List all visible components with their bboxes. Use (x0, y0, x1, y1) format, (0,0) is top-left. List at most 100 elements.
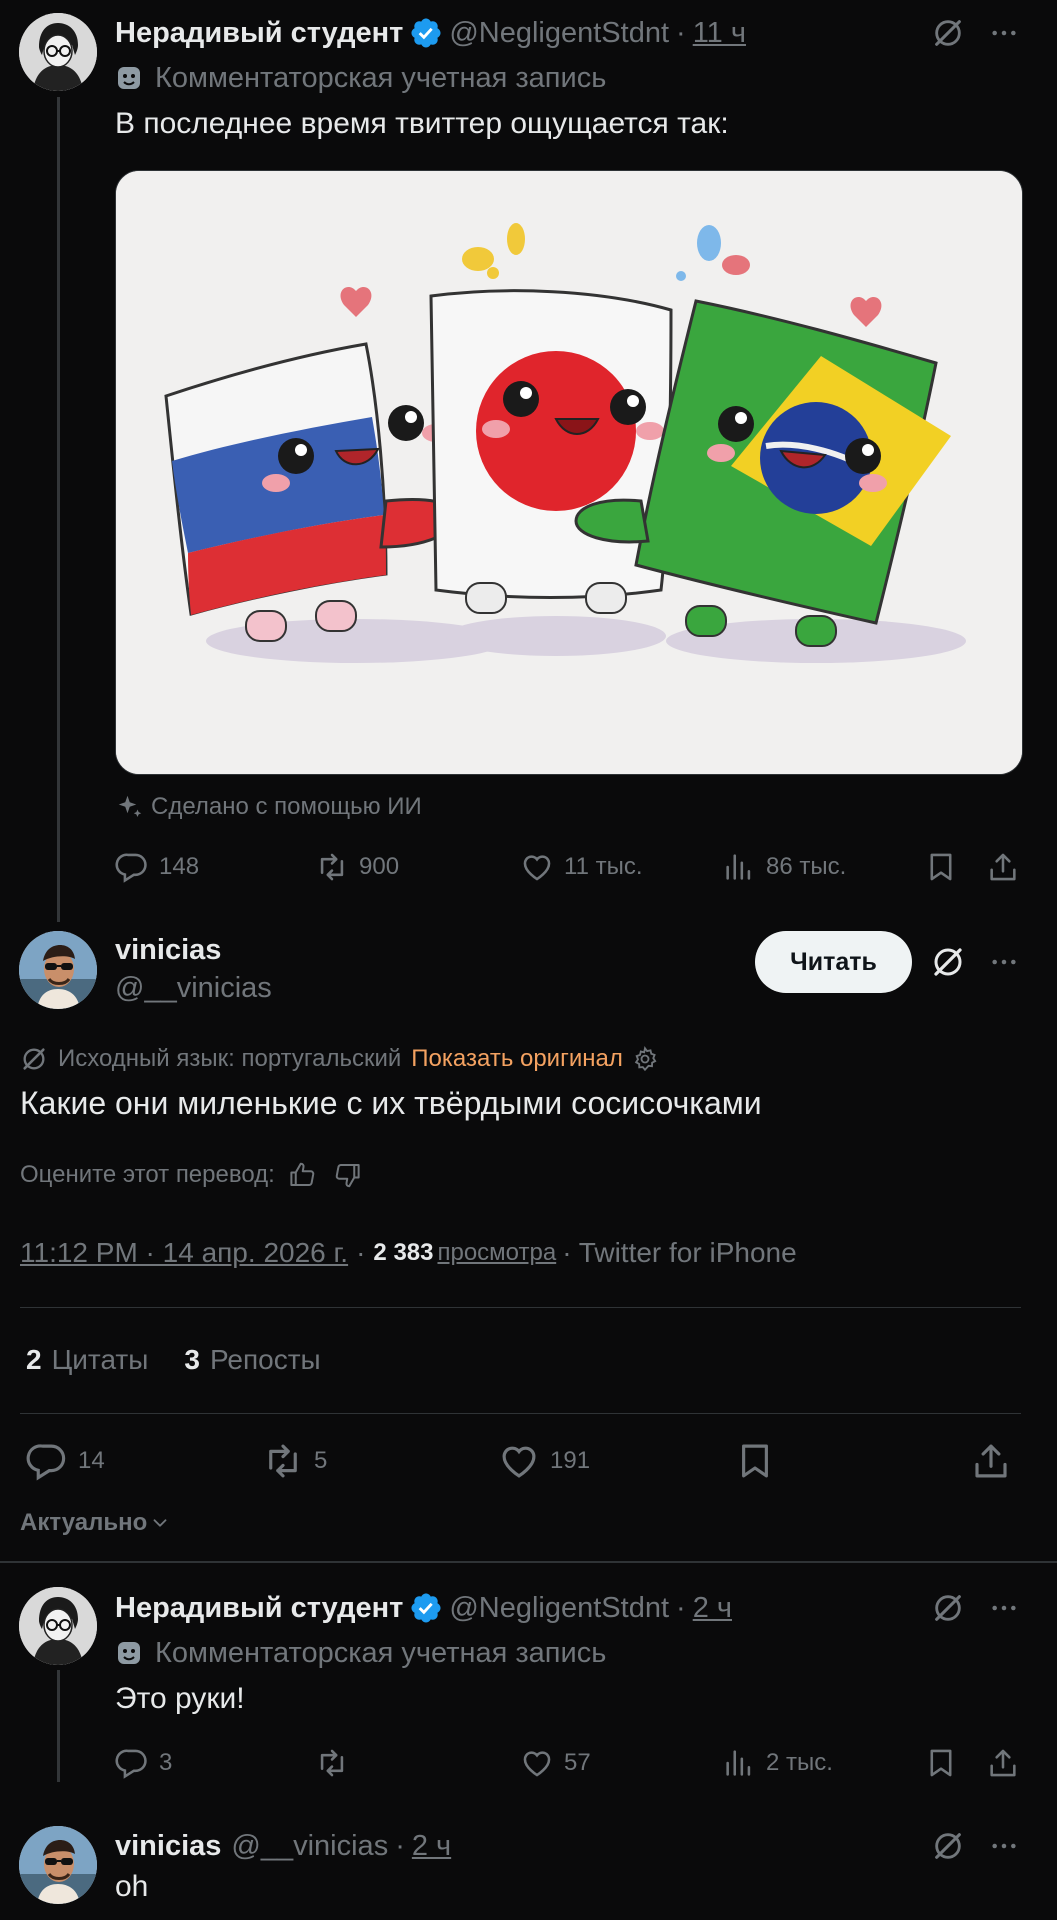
separator-dot: · (676, 1591, 686, 1624)
grok-icon[interactable] (930, 944, 966, 980)
repost-count: 900 (359, 853, 400, 880)
like-button[interactable]: 57 (520, 1746, 591, 1780)
divider (20, 1413, 1021, 1414)
thread-connector-line (57, 97, 60, 922)
author-handle[interactable]: @__vinicias (115, 972, 272, 1005)
like-button[interactable]: 191 (498, 1440, 590, 1482)
author-handle[interactable]: @__vinicias (231, 1830, 388, 1863)
author-name[interactable]: vinicias (115, 934, 221, 967)
reply-icon (115, 850, 149, 884)
post-time[interactable]: 2 ч (693, 1592, 732, 1625)
reply-button[interactable]: 3 (115, 1746, 172, 1780)
quotes-link[interactable]: 2 Цитаты (26, 1344, 148, 1376)
thumb-down-icon[interactable] (333, 1160, 363, 1190)
like-button[interactable]: 11 тыс. (520, 850, 643, 884)
reposts-count: 3 (184, 1344, 200, 1375)
more-options-icon[interactable] (986, 1828, 1022, 1864)
repost-count: 5 (314, 1447, 328, 1474)
avatar[interactable] (19, 1587, 97, 1665)
avatar[interactable] (19, 931, 97, 1009)
tweet-text: В последнее время твиттер ощущается так: (115, 107, 729, 140)
grok-icon[interactable] (930, 1590, 966, 1626)
bookmark-icon (734, 1440, 776, 1482)
sparkle-icon (115, 792, 145, 822)
reply-count: 14 (78, 1447, 105, 1474)
repost-icon (315, 850, 349, 884)
bookmark-button[interactable] (924, 850, 958, 884)
like-icon (498, 1440, 540, 1482)
repost-button[interactable]: 5 (262, 1440, 327, 1482)
grok-icon[interactable] (930, 15, 966, 51)
grok-icon[interactable] (930, 1828, 966, 1864)
share-button[interactable] (986, 850, 1020, 884)
like-count: 191 (550, 1447, 591, 1474)
reply-button[interactable]: 148 (115, 850, 199, 884)
repost-icon (262, 1440, 304, 1482)
bookmark-button[interactable] (924, 1746, 958, 1780)
post-timestamp[interactable]: 11:12 PM · 14 апр. 2026 г. (20, 1237, 348, 1269)
account-label: Комментаторская учетная запись (155, 61, 607, 94)
verified-badge-icon (409, 1591, 443, 1625)
verified-badge-icon (409, 16, 443, 50)
reposts-label: Репосты (209, 1344, 321, 1375)
sort-label: Актуально (20, 1509, 148, 1536)
reposts-link[interactable]: 3 Репосты (184, 1344, 320, 1376)
views-icon (722, 1746, 756, 1780)
translation-note: Исходный язык: португальский (58, 1045, 402, 1072)
tweet-image[interactable] (115, 170, 1023, 775)
theater-mask-icon (115, 64, 143, 92)
share-button[interactable] (970, 1440, 1012, 1482)
separator-dot: · (676, 16, 686, 49)
gear-icon[interactable] (631, 1045, 659, 1073)
author-name[interactable]: vinicias (115, 1830, 221, 1863)
show-original-link[interactable]: Показать оригинал (411, 1045, 623, 1073)
avatar[interactable] (19, 1826, 97, 1904)
views-icon (722, 850, 756, 884)
reply-count: 3 (159, 1749, 173, 1776)
reply-icon (115, 1746, 149, 1780)
author-name[interactable]: Нерадивый студент (115, 1592, 403, 1625)
follow-button[interactable]: Читать (755, 931, 912, 993)
divider (0, 1561, 1057, 1563)
tweet-text: Это руки! (115, 1682, 245, 1715)
chevron-down-icon (149, 1512, 171, 1534)
bookmark-icon (924, 850, 958, 884)
more-options-icon[interactable] (986, 1590, 1022, 1626)
translate-icon (20, 1045, 48, 1073)
avatar[interactable] (19, 13, 97, 91)
divider (20, 1307, 1021, 1308)
repost-button[interactable]: 900 (315, 850, 399, 884)
like-count: 11 тыс. (564, 853, 643, 880)
repost-button[interactable] (315, 1746, 359, 1780)
rate-translation-label: Оцените этот перевод: (20, 1161, 275, 1188)
share-icon (986, 1746, 1020, 1780)
thumb-up-icon[interactable] (287, 1160, 317, 1190)
views-count: 2 тыс. (766, 1749, 833, 1776)
account-label: Комментаторская учетная запись (155, 1636, 607, 1669)
separator-dot: · (395, 1829, 405, 1862)
views-count: 2 383 (373, 1239, 434, 1266)
share-icon (986, 850, 1020, 884)
post-time[interactable]: 2 ч (412, 1830, 451, 1863)
like-icon (520, 1746, 554, 1780)
sort-dropdown[interactable]: Актуально (20, 1507, 171, 1539)
bookmark-button[interactable] (734, 1440, 776, 1482)
quotes-label: Цитаты (51, 1344, 149, 1375)
post-source: · Twitter for iPhone (562, 1237, 797, 1268)
author-handle[interactable]: @NegligentStdnt (449, 1592, 669, 1625)
views-button[interactable]: 2 тыс. (722, 1746, 833, 1780)
share-button[interactable] (986, 1746, 1020, 1780)
views-count: 86 тыс. (766, 853, 847, 880)
more-options-icon[interactable] (986, 944, 1022, 980)
reply-button[interactable]: 14 (26, 1440, 105, 1482)
tweet-text: Какие они миленькие с их твёрдыми сосисо… (20, 1085, 762, 1121)
views-button[interactable]: 86 тыс. (722, 850, 846, 884)
quotes-count: 2 (26, 1344, 42, 1375)
thread-connector-line (57, 1670, 60, 1782)
post-time[interactable]: 11 ч (693, 17, 746, 50)
views-label[interactable]: просмотра (437, 1239, 556, 1267)
author-handle[interactable]: @NegligentStdnt (449, 17, 669, 50)
reply-count: 148 (159, 853, 200, 880)
author-name[interactable]: Нерадивый студент (115, 17, 403, 50)
more-options-icon[interactable] (986, 15, 1022, 51)
